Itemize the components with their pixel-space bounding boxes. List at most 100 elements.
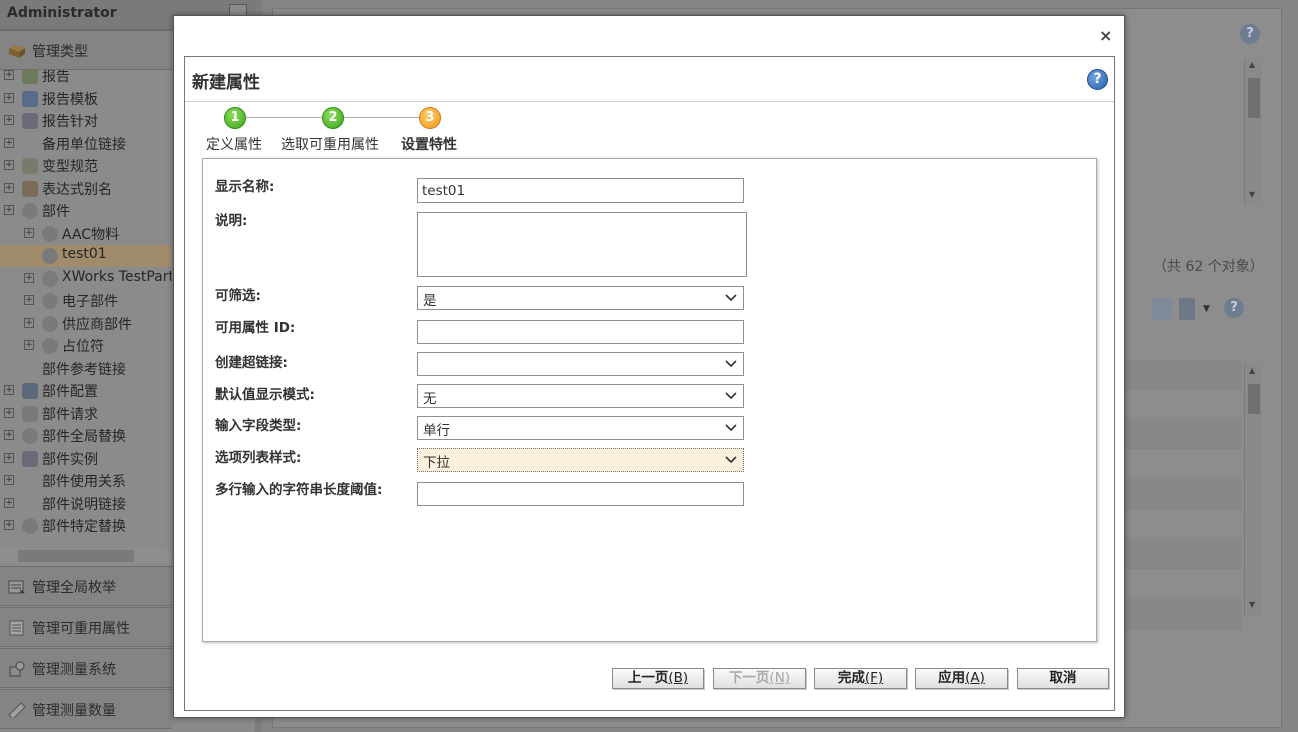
section-manage-measure-systems[interactable]: 管理测量系统 <box>0 648 172 688</box>
expand-icon[interactable]: + <box>4 385 14 395</box>
tree-item-label: 部件全局替换 <box>42 429 126 445</box>
hyperlink-select[interactable] <box>417 352 744 376</box>
expand-icon[interactable]: + <box>4 475 14 485</box>
access-key: (A) <box>965 670 985 686</box>
expand-icon[interactable]: + <box>24 317 34 328</box>
scroll-up-icon[interactable]: ▲ <box>1249 60 1255 69</box>
description-textarea[interactable] <box>417 212 747 277</box>
table-help-icon[interactable]: ? <box>1224 298 1244 318</box>
chevron-down-icon[interactable]: ▼ <box>1203 304 1210 314</box>
tree-item[interactable]: 部件参考链接 <box>0 358 172 380</box>
default-display-mode-select[interactable]: 无 <box>417 384 744 408</box>
expand-icon[interactable]: + <box>4 430 14 440</box>
tree-item[interactable]: + 部件请求 <box>0 403 172 425</box>
tree-item[interactable]: + 报告模板 <box>0 88 172 110</box>
tree-item[interactable]: + 表达式别名 <box>0 178 172 200</box>
chevron-down-icon <box>725 456 737 464</box>
expand-icon[interactable]: + <box>24 295 34 305</box>
table-row[interactable] <box>1124 390 1242 419</box>
tree-item[interactable]: + 部件 <box>0 200 172 222</box>
scroll-up-icon[interactable]: ▲ <box>1249 366 1255 375</box>
cancel-button[interactable]: 取消 <box>1017 668 1109 689</box>
section-manage-types[interactable]: 管理类型 <box>0 30 172 70</box>
tree-item[interactable]: + 部件全局替换 <box>0 425 172 447</box>
tree-horizontal-scrollbar[interactable] <box>0 548 172 564</box>
report-icon <box>22 70 38 84</box>
table-scrollbar[interactable]: ▲ ▼ <box>1244 362 1262 616</box>
tree-item[interactable]: + 占位符 <box>0 335 172 357</box>
expand-icon[interactable]: + <box>4 497 14 508</box>
input-field-type-select[interactable]: 单行 <box>417 416 744 440</box>
table-row[interactable] <box>1124 480 1242 509</box>
table-row[interactable] <box>1124 450 1242 479</box>
table-row[interactable] <box>1124 360 1242 389</box>
part-instance-icon <box>22 450 38 467</box>
tree-item[interactable]: + 电子部件 <box>0 290 172 312</box>
step-label-define[interactable]: 定义属性 <box>206 134 262 154</box>
table-row[interactable] <box>1124 570 1242 599</box>
tree-item[interactable]: + 备用单位链接 <box>0 133 172 155</box>
expand-icon[interactable]: + <box>4 520 14 530</box>
scrollbar-thumb[interactable] <box>1248 384 1260 414</box>
column-settings-icon[interactable] <box>1179 298 1195 320</box>
scroll-down-icon[interactable]: ▼ <box>1249 600 1255 609</box>
scroll-down-icon[interactable]: ▼ <box>1249 190 1255 199</box>
tree-item[interactable]: + 报告 <box>0 70 172 87</box>
tree-item-label: 报告模板 <box>42 91 98 108</box>
table-row[interactable] <box>1124 510 1242 539</box>
option-list-style-select[interactable]: 下拉 <box>417 448 744 472</box>
tree-item[interactable]: + 部件使用关系 <box>0 470 172 492</box>
tree-item[interactable]: + XWorks TestPart <box>0 268 172 290</box>
table-row[interactable] <box>1124 600 1242 629</box>
tree-item[interactable]: test01 <box>0 245 172 267</box>
expand-icon[interactable]: + <box>4 452 14 463</box>
tree-item[interactable]: + 报告针对 <box>0 110 172 132</box>
search-icon[interactable] <box>1152 298 1172 320</box>
close-icon[interactable]: × <box>1099 26 1112 45</box>
attribute-id-input[interactable] <box>417 320 744 344</box>
gear-icon <box>42 248 58 264</box>
expand-icon[interactable]: + <box>4 137 14 148</box>
objects-table <box>1124 360 1242 629</box>
part-config-icon <box>22 383 38 399</box>
step-label-select-reusable[interactable]: 选取可重用属性 <box>281 134 379 154</box>
tree-item-label: 报告 <box>42 70 70 85</box>
expand-icon[interactable]: + <box>4 70 14 80</box>
chevron-down-icon <box>725 294 737 302</box>
display-name-label: 显示名称: <box>215 179 275 195</box>
section-manage-reusable[interactable]: 管理可重用属性 <box>0 607 172 647</box>
table-row[interactable] <box>1124 420 1242 449</box>
multiline-threshold-input[interactable] <box>417 482 744 506</box>
apply-button[interactable]: 应用(A) <box>915 668 1008 689</box>
expand-icon[interactable]: + <box>4 182 14 193</box>
help-icon[interactable]: ? <box>1240 24 1260 44</box>
step-2-icon: 2 <box>322 107 344 129</box>
tree-item[interactable]: + AAC物料 <box>0 223 172 245</box>
expand-icon[interactable]: + <box>24 272 34 283</box>
expand-icon[interactable]: + <box>4 160 14 170</box>
tree-item[interactable]: + 部件特定替换 <box>0 515 172 537</box>
section-manage-quantities[interactable]: 管理测量数量 <box>0 689 172 729</box>
filterable-select[interactable]: 是 <box>417 286 744 310</box>
display-name-input[interactable] <box>417 178 744 203</box>
scrollbar-thumb[interactable] <box>18 550 134 562</box>
expand-icon[interactable]: + <box>24 340 34 350</box>
expand-icon[interactable]: + <box>24 227 34 238</box>
select-value: 无 <box>423 391 437 407</box>
scrollbar-thumb[interactable] <box>1248 78 1260 118</box>
table-row[interactable] <box>1124 540 1242 569</box>
section-manage-enums[interactable]: 管理全局枚举 <box>0 566 172 606</box>
previous-button[interactable]: 上一页(B) <box>612 668 704 689</box>
expand-icon[interactable]: + <box>4 407 14 418</box>
expand-icon[interactable]: + <box>4 115 14 125</box>
expand-icon[interactable]: + <box>4 92 14 103</box>
expand-icon[interactable]: + <box>4 205 14 215</box>
tree-item[interactable]: + 部件实例 <box>0 448 172 470</box>
help-icon[interactable]: ? <box>1087 69 1108 90</box>
top-panel-scrollbar[interactable]: ▲ ▼ <box>1244 58 1262 206</box>
tree-item[interactable]: + 变型规范 <box>0 155 172 177</box>
finish-button[interactable]: 完成(F) <box>814 668 907 689</box>
tree-item[interactable]: + 部件说明链接 <box>0 493 172 515</box>
tree-item[interactable]: + 供应商部件 <box>0 313 172 335</box>
tree-item[interactable]: + 部件配置 <box>0 380 172 402</box>
